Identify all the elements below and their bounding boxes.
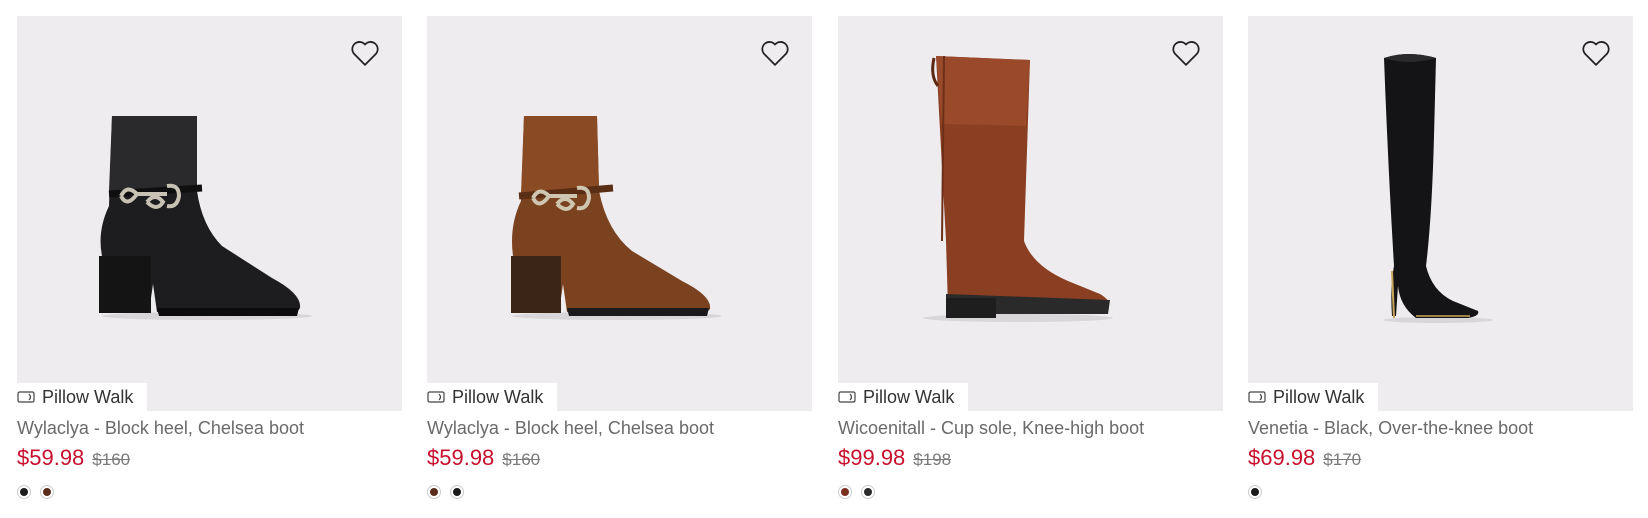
price-row: $69.98 $170 <box>1248 445 1633 471</box>
pillow-walk-badge: Pillow Walk <box>838 383 969 411</box>
heart-outline-icon <box>1172 41 1200 66</box>
wishlist-button[interactable] <box>758 36 792 70</box>
insole-icon <box>1248 391 1266 403</box>
price-row: $99.98 $198 <box>838 445 1223 471</box>
original-price: $198 <box>913 450 952 469</box>
black-chelsea-boot-image <box>99 116 312 320</box>
sale-price: $69.98 <box>1248 445 1316 470</box>
product-name[interactable]: Wylaclya - Block heel, Chelsea boot <box>17 418 402 439</box>
original-price: $160 <box>502 450 541 469</box>
color-swatches <box>1248 485 1633 499</box>
heart-outline-icon <box>761 41 789 66</box>
badge-label: Pillow Walk <box>863 386 955 407</box>
product-image[interactable]: Pillow Walk <box>17 16 402 411</box>
heart-outline-icon <box>351 41 379 66</box>
sale-price: $59.98 <box>17 445 85 470</box>
insole-icon <box>17 391 35 403</box>
color-swatch-black[interactable] <box>450 485 464 499</box>
color-swatch-brown[interactable] <box>427 485 441 499</box>
product-image[interactable]: Pillow Walk <box>1248 16 1633 411</box>
badge-label: Pillow Walk <box>1273 386 1365 407</box>
color-swatch-black[interactable] <box>861 485 875 499</box>
color-swatches <box>427 485 812 499</box>
badge-label: Pillow Walk <box>42 386 134 407</box>
sale-price: $59.98 <box>427 445 495 470</box>
product-card: Pillow Walk Wylaclya - Block heel, Chels… <box>17 16 402 499</box>
color-swatch-brown[interactable] <box>40 485 54 499</box>
sale-price: $99.98 <box>838 445 906 470</box>
wishlist-button[interactable] <box>348 36 382 70</box>
color-swatches <box>17 485 402 499</box>
color-swatches <box>838 485 1223 499</box>
product-name[interactable]: Venetia - Black, Over-the-knee boot <box>1248 418 1633 439</box>
wishlist-button[interactable] <box>1579 36 1613 70</box>
price-row: $59.98 $160 <box>427 445 812 471</box>
pillow-walk-badge: Pillow Walk <box>427 383 558 411</box>
original-price: $170 <box>1323 450 1362 469</box>
insole-icon <box>838 391 856 403</box>
pillow-walk-badge: Pillow Walk <box>17 383 148 411</box>
product-card: Pillow Walk Wicoenitall - Cup sole, Knee… <box>838 16 1223 499</box>
product-image[interactable]: Pillow Walk <box>427 16 812 411</box>
cognac-knee-high-boot-image <box>923 55 1113 322</box>
brown-suede-chelsea-boot-image <box>511 116 722 320</box>
heart-outline-icon <box>1582 41 1610 66</box>
product-card: Pillow Walk Wylaclya - Block heel, Chels… <box>427 16 812 499</box>
product-name[interactable]: Wylaclya - Block heel, Chelsea boot <box>427 418 812 439</box>
product-name[interactable]: Wicoenitall - Cup sole, Knee-high boot <box>838 418 1223 439</box>
original-price: $160 <box>92 450 131 469</box>
black-over-the-knee-boot-image <box>1383 54 1493 323</box>
color-swatch-black[interactable] <box>1248 485 1262 499</box>
price-row: $59.98 $160 <box>17 445 402 471</box>
pillow-walk-badge: Pillow Walk <box>1248 383 1379 411</box>
product-card: Pillow Walk Venetia - Black, Over-the-kn… <box>1248 16 1633 499</box>
badge-label: Pillow Walk <box>452 386 544 407</box>
product-image[interactable]: Pillow Walk <box>838 16 1223 411</box>
color-swatch-cognac[interactable] <box>838 485 852 499</box>
color-swatch-black[interactable] <box>17 485 31 499</box>
wishlist-button[interactable] <box>1169 36 1203 70</box>
product-grid: Pillow Walk Wylaclya - Block heel, Chels… <box>0 0 1648 518</box>
insole-icon <box>427 391 445 403</box>
